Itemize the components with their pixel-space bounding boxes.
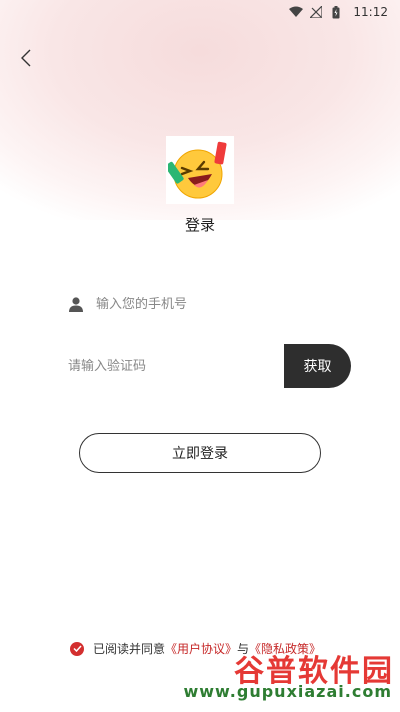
chevron-left-icon	[21, 49, 31, 67]
login-screen: 11:12 登录 获取 立即登录 已阅读并同意 《	[0, 0, 400, 712]
no-signal-icon	[309, 5, 323, 19]
code-input[interactable]	[50, 344, 280, 388]
battery-icon	[329, 5, 343, 19]
page-title: 登录	[184, 216, 215, 234]
watermark-url: www.gupuxiazai.com	[183, 682, 392, 701]
login-button[interactable]: 立即登录	[79, 433, 321, 473]
phone-field	[50, 284, 350, 324]
back-button[interactable]	[14, 46, 38, 70]
app-logo	[166, 136, 234, 204]
get-code-button[interactable]: 获取	[284, 344, 351, 388]
clock: 11:12	[353, 5, 388, 19]
status-bar: 11:12	[0, 0, 400, 24]
verification-code-field: 获取	[50, 344, 351, 388]
agreement-checkbox[interactable]	[70, 641, 84, 656]
laughing-emoji-icon	[168, 141, 227, 199]
check-icon	[72, 645, 82, 652]
wifi-icon	[289, 5, 304, 19]
user-icon	[69, 297, 83, 312]
phone-input[interactable]	[96, 296, 316, 312]
watermark: 谷普软件园 www.gupuxiazai.com	[183, 646, 396, 708]
agreement-prefix: 已阅读并同意	[93, 642, 166, 656]
